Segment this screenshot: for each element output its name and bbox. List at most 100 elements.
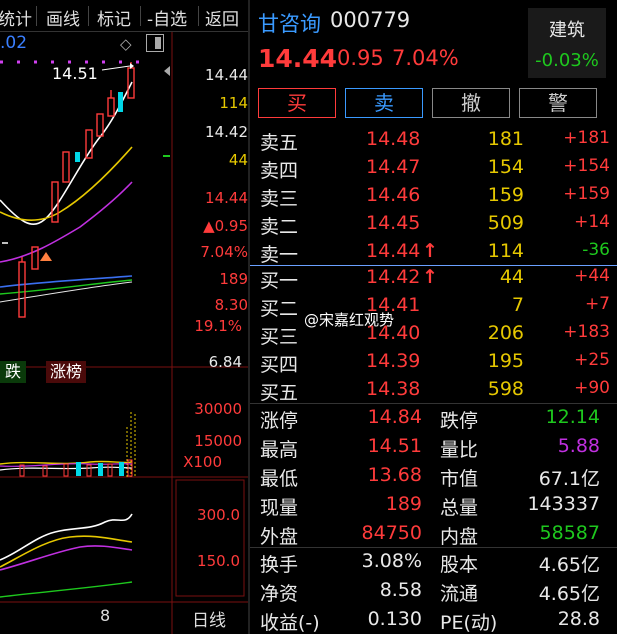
sector-name: 建筑 — [549, 20, 585, 41]
quote-panel: 甘咨询 000779 14.44 0.95 7.04% 建筑 -0.03% 买 … — [250, 0, 617, 634]
collapse-arrow-icon[interactable] — [164, 66, 170, 76]
tag-down[interactable]: 跌 — [0, 361, 26, 383]
toolbar-back-button[interactable]: 返回 — [205, 5, 239, 30]
ob-price: 14.47 — [366, 156, 421, 178]
chart-info-value: .02 — [0, 33, 28, 53]
ob-level-label: 卖四 — [260, 160, 299, 182]
axis-percent: 7.04% — [200, 243, 248, 261]
stock-name[interactable]: 甘咨询 — [258, 8, 321, 38]
stat-value: 84750 — [361, 522, 422, 544]
stat-value: 8.58 — [379, 579, 422, 601]
ob-level-label: 买三 — [260, 326, 299, 348]
stat-label: 换手 — [260, 554, 299, 576]
ob-level-label: 卖一 — [260, 244, 299, 266]
stat-value: 67.1亿 — [538, 468, 600, 490]
ob-volume: 159 — [487, 184, 524, 206]
buy-button[interactable]: 买 — [258, 88, 336, 118]
layout-toggle-icon[interactable] — [146, 34, 164, 52]
axis-vol-scale-1: 30000 — [194, 400, 242, 418]
orderbook-row[interactable]: 卖一 14.44 ↑ 114 -36 — [260, 240, 610, 268]
sector-box[interactable]: 建筑 -0.03% — [528, 8, 606, 78]
orderbook-row[interactable]: 卖四 14.47 154 +154 — [260, 156, 610, 184]
ob-delta: +25 — [574, 350, 610, 370]
ob-level-label: 买二 — [260, 298, 299, 320]
ob-volume: 7 — [511, 294, 524, 316]
stat-label: 收益(-) — [260, 612, 320, 634]
stat-label: 净资 — [260, 583, 299, 605]
ob-price: 14.38 — [366, 378, 421, 400]
ob-delta: +183 — [563, 322, 610, 342]
axis-current-volume: 189 — [219, 270, 248, 288]
ob-volume: 114 — [487, 240, 524, 262]
ob-volume: 154 — [487, 156, 524, 178]
ob-level-label: 买一 — [260, 270, 299, 292]
ob-delta: +7 — [584, 294, 610, 314]
orderbook-row[interactable]: 卖三 14.46 159 +159 — [260, 184, 610, 212]
sell-button[interactable]: 卖 — [345, 88, 423, 118]
axis-volume-1: 114 — [219, 94, 248, 112]
orderbook-row[interactable]: 卖五 14.48 181 +181 — [260, 128, 610, 156]
alert-button[interactable]: 警 — [519, 88, 597, 118]
toolbar-stats-button[interactable]: 统计 — [0, 5, 32, 30]
stat-value: 4.65亿 — [538, 554, 600, 576]
tag-up-ranking[interactable]: 涨榜 — [46, 361, 86, 383]
ob-delta: +159 — [563, 184, 610, 204]
toolbar-watchlist-button[interactable]: -自选 — [147, 5, 187, 30]
cancel-order-button[interactable]: 撤 — [432, 88, 510, 118]
stat-label: PE(动) — [440, 612, 498, 634]
stats-row: 收益(-) 0.130 PE(动) 28.8 — [260, 608, 612, 634]
orderbook-row[interactable]: 买五 14.38 598 +90 — [260, 378, 610, 406]
stat-value: 4.65亿 — [538, 583, 600, 605]
ob-level-label: 买四 — [260, 354, 299, 376]
diamond-icon[interactable]: ◇ — [120, 35, 132, 53]
ob-delta: +154 — [563, 156, 610, 176]
divider-stats — [250, 403, 617, 404]
stat-value: 12.14 — [545, 406, 600, 428]
stat-label: 股本 — [440, 554, 479, 576]
chart-toolbar: 统计 画线 标记 -自选 返回 — [0, 0, 248, 32]
sector-change: -0.03% — [535, 50, 599, 71]
ob-level-label: 卖五 — [260, 132, 299, 154]
ob-price: 14.44 — [366, 240, 421, 262]
period-selector[interactable]: 日线 — [192, 606, 226, 631]
toolbar-draw-button[interactable]: 画线 — [46, 5, 80, 30]
stat-label: 跌停 — [440, 410, 479, 432]
toolbar-mark-button[interactable]: 标记 — [97, 5, 131, 30]
ob-price: 14.46 — [366, 184, 421, 206]
stat-value: 5.88 — [557, 435, 600, 457]
kline-chart-panel[interactable]: .02 ◇ 14.51 14.44 114 14.42 44 14.44 ▲0.… — [0, 32, 248, 634]
watermark-text: @宋嘉红观势 — [304, 311, 395, 329]
axis-percent-2: 19.1% — [194, 317, 242, 335]
stat-label: 涨停 — [260, 410, 299, 432]
ob-volume: 181 — [487, 128, 524, 150]
day-label: 8 — [100, 606, 111, 625]
stats-row: 最高 14.51 量比 5.88 — [260, 435, 612, 463]
stat-value: 143337 — [527, 493, 600, 515]
axis-indicator-2: 150.0 — [197, 552, 240, 570]
stat-value: 13.68 — [367, 464, 422, 486]
ob-level-label: 卖二 — [260, 216, 299, 238]
stat-label: 外盘 — [260, 526, 299, 548]
stat-label: 最低 — [260, 468, 299, 490]
orderbook-row[interactable]: 买四 14.39 195 +25 — [260, 350, 610, 378]
stats-row: 现量 189 总量 143337 — [260, 493, 612, 521]
ob-volume: 195 — [487, 350, 524, 372]
stat-label: 总量 — [440, 497, 479, 519]
ob-volume: 509 — [487, 212, 524, 234]
high-price-marker: 14.51 — [52, 64, 98, 83]
axis-change: ▲0.95 — [203, 217, 248, 235]
orderbook-row[interactable]: 买一 14.42 ↑ 44 +44 — [260, 266, 610, 294]
ob-price: 14.42 — [366, 266, 421, 288]
axis-indicator-1: 300.0 — [197, 506, 240, 524]
orderbook-row[interactable]: 卖二 14.45 509 +14 — [260, 212, 610, 240]
stat-label: 量比 — [440, 439, 479, 461]
stat-label: 市值 — [440, 468, 479, 490]
stats-row: 净资 8.58 流通 4.65亿 — [260, 579, 612, 607]
stat-value: 14.51 — [367, 435, 422, 457]
stat-value: 58587 — [539, 522, 600, 544]
ob-level-label: 卖三 — [260, 188, 299, 210]
ob-delta: +14 — [574, 212, 610, 232]
ob-up-arrow-icon: ↑ — [422, 240, 438, 262]
axis-price-2: 14.42 — [205, 123, 248, 141]
ob-price: 14.48 — [366, 128, 421, 150]
